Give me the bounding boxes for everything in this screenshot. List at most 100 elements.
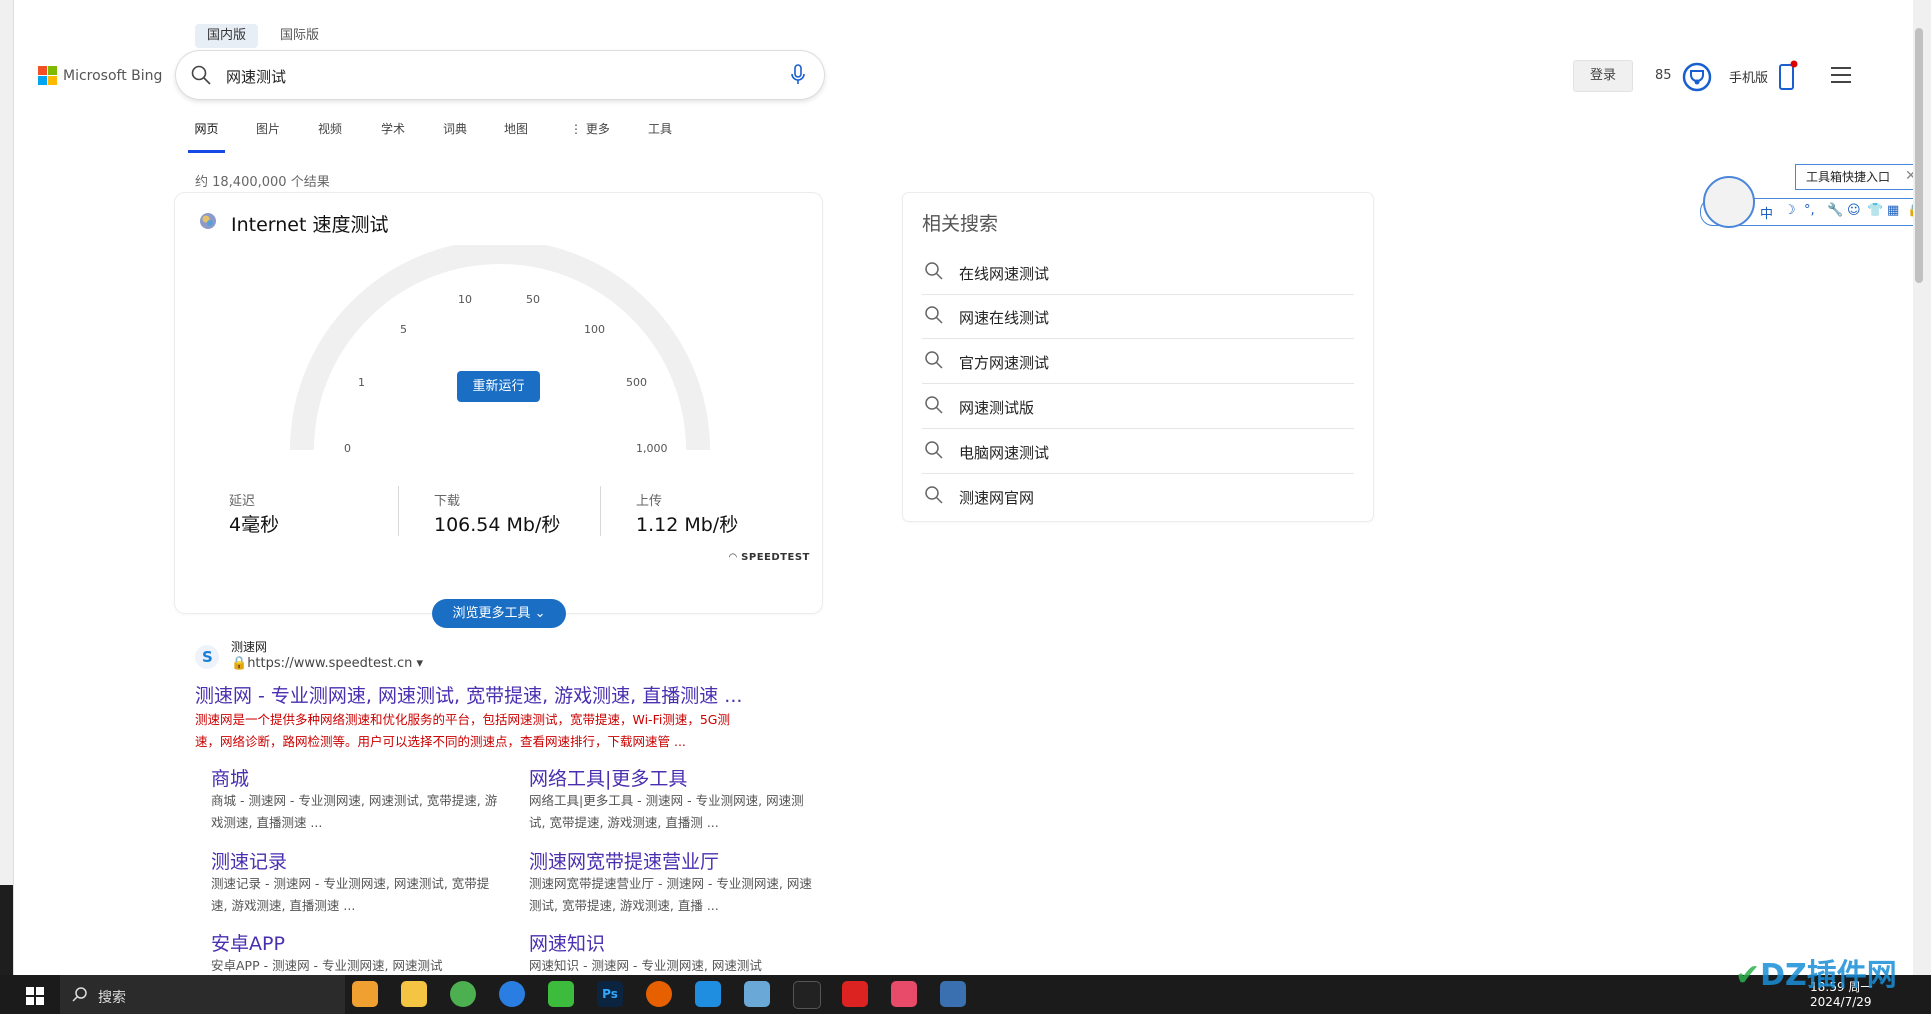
- site-url[interactable]: 🔒https://www.speedtest.cn ▾: [231, 656, 423, 671]
- more-dots-icon: ⋮: [570, 122, 586, 136]
- watermark-logo: ✔DZ插件网: [1735, 950, 1897, 994]
- speed-gauge: [290, 245, 710, 451]
- terminal-icon[interactable]: [793, 981, 821, 1009]
- related-search-item[interactable]: 电脑网速测试: [922, 429, 1354, 474]
- file-explorer-icon[interactable]: [401, 981, 427, 1007]
- search-input[interactable]: 网速测试: [226, 66, 286, 87]
- site-favicon[interactable]: S: [195, 645, 219, 669]
- wps-icon[interactable]: [842, 981, 868, 1007]
- sitelink-title[interactable]: 网络工具|更多工具: [529, 764, 687, 791]
- firefox-icon[interactable]: [646, 981, 672, 1007]
- ime-language-toggle[interactable]: 中: [1760, 203, 1773, 222]
- taskbar-search-label[interactable]: 搜索: [98, 987, 126, 1007]
- login-button[interactable]: 登录: [1573, 60, 1633, 92]
- mobile-version-link[interactable]: 手机版: [1729, 67, 1768, 86]
- globe-icon: [200, 213, 216, 229]
- ime-tooltip: 工具箱快捷入口: [1795, 164, 1922, 190]
- sitelink-desc: 网速知识 - 测速网 - 专业测网速, 网速测试: [529, 958, 762, 972]
- sitelink-title[interactable]: 安卓APP: [211, 929, 285, 956]
- taskbar-app-icon[interactable]: [499, 981, 525, 1007]
- watermark-text: DZ插件网: [1760, 958, 1897, 993]
- ime-avatar-icon[interactable]: [1703, 176, 1755, 228]
- tab-tools[interactable]: 工具: [648, 120, 672, 150]
- bing-logo[interactable]: Microsoft Bing: [38, 66, 162, 85]
- toolbox-grid-icon[interactable]: ▦: [1887, 203, 1899, 218]
- windows-start-icon[interactable]: [26, 987, 44, 1005]
- speedtest-logo-icon: ◠: [729, 552, 742, 563]
- upload-value: 1.12 Mb/秒: [636, 514, 739, 536]
- rerun-button[interactable]: 重新运行: [457, 371, 540, 402]
- tab-maps[interactable]: 地图: [504, 120, 528, 150]
- speedtest-title: Internet 速度测试: [231, 214, 389, 236]
- emoji-icon[interactable]: ☺: [1847, 203, 1861, 218]
- speedtest-logo[interactable]: ◠ SPEEDTEST: [729, 552, 810, 563]
- caret-down-icon[interactable]: ▾: [412, 656, 424, 671]
- hamburger-menu-icon[interactable]: [1830, 66, 1852, 84]
- gauge-tick: 100: [584, 323, 605, 336]
- search-icon: [925, 262, 943, 280]
- left-window-edge: [0, 0, 14, 975]
- related-search-item[interactable]: 网速在线测试: [922, 294, 1354, 339]
- browser-icon[interactable]: [450, 981, 476, 1007]
- taskbar-app-icon[interactable]: [940, 981, 966, 1007]
- sitelink-title[interactable]: 网速知识: [529, 929, 605, 956]
- related-search-item[interactable]: 在线网速测试: [922, 250, 1354, 295]
- sitelink-desc: 网络工具|更多工具 - 测速网 - 专业测网速, 网速测试, 宽带提速, 游戏测…: [529, 793, 804, 830]
- related-search-item[interactable]: 官方网速测试: [922, 339, 1354, 384]
- taskbar-app-icon[interactable]: [744, 981, 770, 1007]
- tab-international[interactable]: 国际版: [268, 24, 331, 48]
- tab-academic[interactable]: 学术: [381, 120, 405, 150]
- tab-images[interactable]: 图片: [256, 120, 280, 150]
- gauge-tick: 0: [344, 442, 351, 455]
- download-label: 下载: [434, 494, 461, 509]
- ime-tooltip-text: 工具箱快捷入口: [1806, 170, 1891, 184]
- punctuation-icon[interactable]: °,: [1804, 203, 1815, 218]
- search-icon: [925, 306, 943, 324]
- tab-more[interactable]: ⋮ 更多: [570, 120, 610, 150]
- sitelink-title[interactable]: 测速记录: [211, 847, 287, 874]
- tab-domestic[interactable]: 国内版: [195, 24, 259, 48]
- rewards-points[interactable]: 85: [1655, 68, 1672, 83]
- tab-more-label: 更多: [585, 122, 610, 136]
- site-url-text: https://www.speedtest.cn: [247, 656, 413, 671]
- moon-icon[interactable]: ☽: [1784, 203, 1796, 218]
- taskbar-app-icon[interactable]: [891, 981, 917, 1007]
- taskbar-app-icon[interactable]: [352, 981, 378, 1007]
- tab-dictionary[interactable]: 词典: [443, 120, 467, 150]
- tab-videos[interactable]: 视频: [318, 120, 342, 150]
- gauge-tick: 50: [526, 293, 540, 306]
- related-search-text: 网速测试版: [959, 399, 1035, 417]
- search-icon[interactable]: [190, 64, 212, 86]
- wechat-icon[interactable]: [548, 981, 574, 1007]
- latency-value: 4毫秒: [229, 514, 280, 536]
- result-count: 约 18,400,000 个结果: [195, 175, 330, 190]
- tab-web[interactable]: 网页: [188, 120, 225, 153]
- site-name[interactable]: 测速网: [231, 638, 267, 655]
- rewards-icon[interactable]: [1682, 62, 1712, 92]
- skin-icon[interactable]: 👕: [1867, 203, 1883, 218]
- browse-more-tools-label: 浏览更多工具: [452, 606, 531, 621]
- clock-date[interactable]: 2024/7/29: [1810, 995, 1872, 1009]
- photoshop-icon[interactable]: Ps: [597, 981, 623, 1007]
- scrollbar-thumb[interactable]: [1915, 28, 1923, 283]
- result-snippet: 速，网络诊断，路网检测等。用户可以选择不同的测速点，查看网速排行，下载网速管 .…: [195, 734, 686, 749]
- microsoft-logo-icon: [38, 66, 57, 85]
- lock-icon: 🔒: [231, 656, 248, 671]
- related-search-item[interactable]: 网速测试版: [922, 384, 1354, 429]
- svg-text:S: S: [202, 648, 213, 666]
- sitelink-desc: 安卓APP - 测速网 - 专业测网速, 网速测试: [211, 958, 443, 972]
- phone-icon[interactable]: [1778, 60, 1798, 92]
- browse-more-tools-button[interactable]: 浏览更多工具 ⌄: [432, 599, 566, 628]
- wrench-icon[interactable]: 🔧: [1827, 203, 1843, 218]
- sitelink-title[interactable]: 测速网宽带提速营业厅: [529, 847, 719, 874]
- microphone-icon[interactable]: [790, 64, 806, 86]
- taskbar-app-icon[interactable]: [695, 981, 721, 1007]
- sitelink-desc: 测速记录 - 测速网 - 专业测网速, 网速测试, 宽带提速, 游戏测速, 直播…: [211, 876, 490, 913]
- related-search-item[interactable]: 测速网官网: [922, 474, 1354, 518]
- search-icon: [925, 351, 943, 369]
- speedtest-logo-text: SPEEDTEST: [741, 552, 810, 563]
- related-search-text: 在线网速测试: [959, 265, 1050, 283]
- sitelink-title[interactable]: 商城: [211, 764, 249, 791]
- download-value: 106.54 Mb/秒: [434, 514, 561, 536]
- result-title-link[interactable]: 测速网 - 专业测网速, 网速测试, 宽带提速, 游戏测速, 直播测速 ...: [195, 681, 742, 708]
